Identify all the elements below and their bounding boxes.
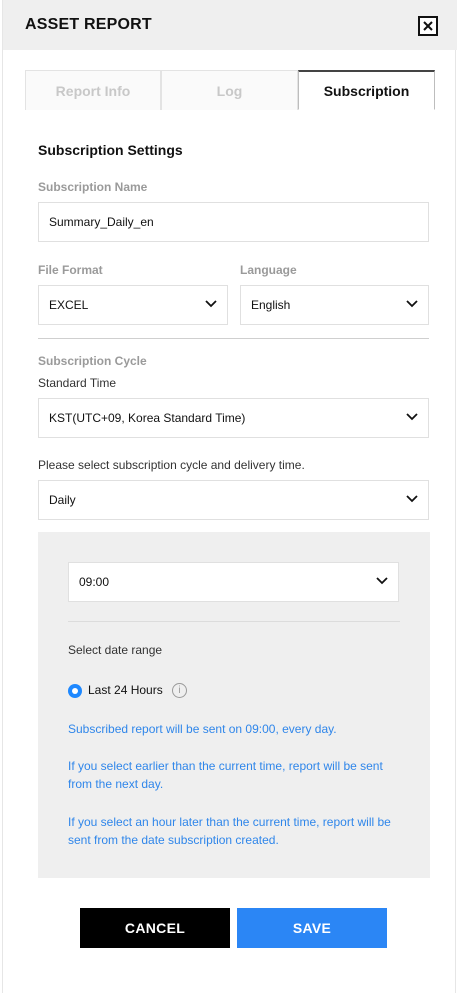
delivery-options-panel: 09:00 Select date range Last 24 Hours i … — [38, 532, 430, 878]
tab-report-info[interactable]: Report Info — [25, 70, 161, 110]
chevron-down-icon — [376, 577, 388, 585]
language-select[interactable]: English — [240, 285, 429, 325]
close-button[interactable] — [418, 16, 438, 36]
note-earlier-time: If you select earlier than the current t… — [68, 759, 383, 791]
subscription-name-input[interactable]: Summary_Daily_en — [38, 202, 429, 242]
standard-time-select[interactable]: KST(UTC+09, Korea Standard Time) — [38, 398, 429, 438]
panel-title: ASSET REPORT — [25, 16, 152, 33]
subscription-settings-title: Subscription Settings — [38, 142, 183, 158]
asset-report-panel: ASSET REPORT Report Info Log Subscriptio… — [2, 0, 457, 993]
note-schedule: Subscribed report will be sent on 09:00,… — [68, 722, 337, 736]
save-button[interactable]: SAVE — [237, 908, 387, 948]
close-icon — [423, 21, 433, 31]
language-label: Language — [240, 263, 297, 277]
section-divider — [38, 338, 429, 339]
delivery-time-select[interactable]: 09:00 — [68, 562, 399, 602]
tab-bar: Report Info Log Subscription — [25, 70, 435, 110]
date-range-label: Select date range — [68, 643, 163, 657]
language-value: English — [251, 298, 291, 312]
note-later-time: If you select an hour later than the cur… — [68, 815, 391, 847]
cancel-button[interactable]: CANCEL — [80, 908, 230, 948]
info-icon[interactable]: i — [172, 683, 187, 698]
cycle-value: Daily — [49, 493, 76, 507]
file-format-label: File Format — [38, 263, 103, 277]
subscription-cycle-label: Subscription Cycle — [38, 354, 147, 368]
chevron-down-icon — [406, 300, 418, 308]
chevron-down-icon — [406, 495, 418, 503]
file-format-select[interactable]: EXCEL — [38, 285, 228, 325]
tab-subscription[interactable]: Subscription — [298, 70, 435, 110]
standard-time-value: KST(UTC+09, Korea Standard Time) — [49, 411, 246, 425]
inner-divider — [68, 621, 400, 622]
cycle-select[interactable]: Daily — [38, 480, 429, 520]
cycle-prompt-label: Please select subscription cycle and del… — [38, 458, 305, 472]
delivery-time-value: 09:00 — [79, 575, 110, 589]
file-format-value: EXCEL — [49, 298, 89, 312]
standard-time-label: Standard Time — [38, 376, 117, 390]
panel-header: ASSET REPORT — [3, 0, 457, 50]
last-24-hours-radio[interactable] — [68, 684, 82, 698]
subscription-name-label: Subscription Name — [38, 180, 148, 194]
tab-log[interactable]: Log — [161, 70, 298, 110]
last-24-hours-label[interactable]: Last 24 Hours — [88, 683, 163, 697]
chevron-down-icon — [205, 300, 217, 308]
chevron-down-icon — [406, 413, 418, 421]
